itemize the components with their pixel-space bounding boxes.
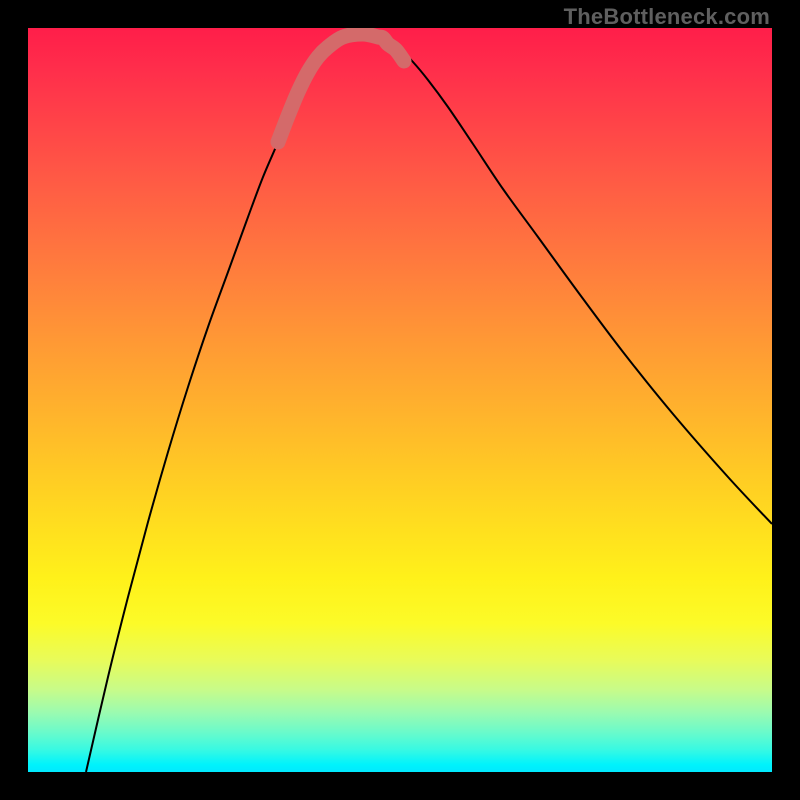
optimal-range-marker	[278, 34, 404, 142]
chart-svg	[28, 28, 772, 772]
watermark-text: TheBottleneck.com	[564, 4, 770, 30]
plot-area	[28, 28, 772, 772]
bottleneck-curve	[86, 34, 772, 772]
chart-frame: TheBottleneck.com	[0, 0, 800, 800]
